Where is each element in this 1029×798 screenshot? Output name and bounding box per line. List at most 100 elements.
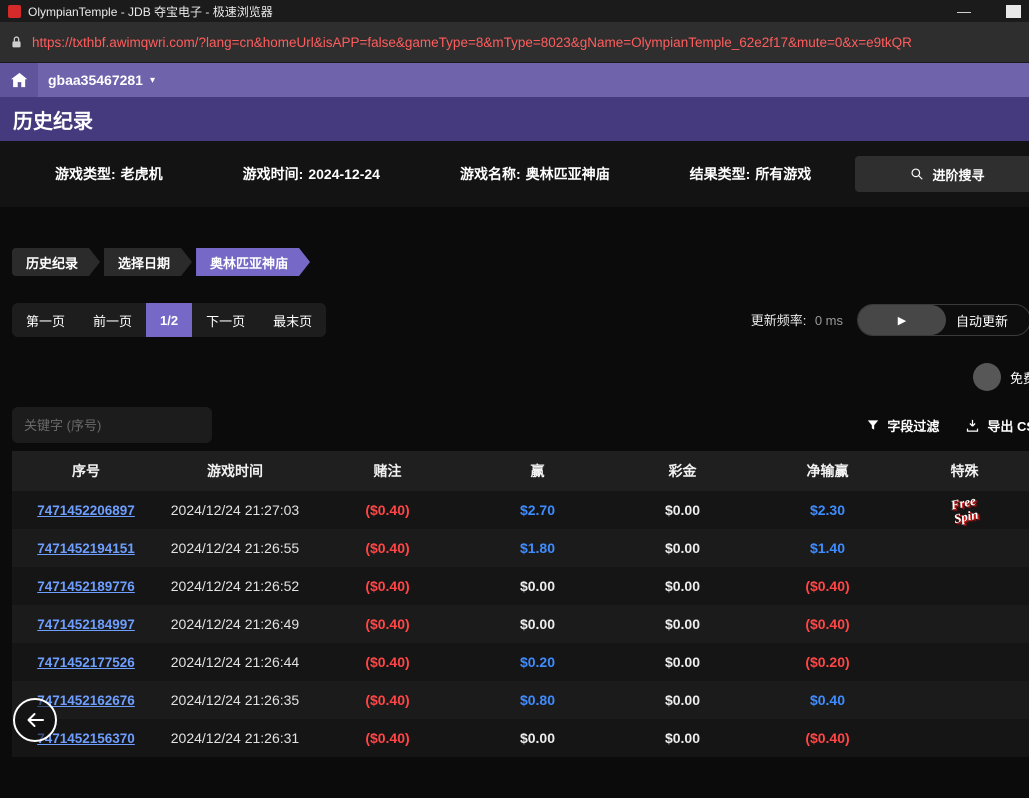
next-page-button[interactable]: 下一页	[192, 303, 259, 337]
table-row: 7471452184997 2024/12/24 21:26:49 ($0.40…	[12, 605, 1029, 643]
round-id-link[interactable]: 7471452184997	[37, 617, 135, 632]
browser-titlebar: OlympianTemple - JDB 夺宝电子 - 极速浏览器 —	[0, 0, 1029, 22]
bonus-value: $0.00	[665, 502, 700, 518]
filter-game-name: 游戏名称:奥林匹亚神庙	[460, 164, 610, 184]
lock-icon	[10, 35, 23, 50]
bonus-value: $0.00	[665, 540, 700, 556]
table-row: 7471452177526 2024/12/24 21:26:44 ($0.40…	[12, 643, 1029, 681]
table-row: 7471452156370 2024/12/24 21:26:31 ($0.40…	[12, 719, 1029, 757]
win-value: $2.70	[520, 502, 555, 518]
table-header-row: 序号 游戏时间 赌注 赢 彩金 净输赢 特殊	[12, 451, 1029, 491]
download-icon	[965, 418, 980, 433]
app-icon	[8, 5, 21, 18]
chevron-down-icon[interactable]: ▾	[150, 75, 155, 86]
field-filter-button[interactable]: 字段过滤	[866, 416, 939, 435]
bet-value: ($0.40)	[365, 730, 409, 746]
table-row: 7471452194151 2024/12/24 21:26:55 ($0.40…	[12, 529, 1029, 567]
refresh-rate-value: 0 ms	[815, 313, 843, 328]
col-header-special: 特殊	[900, 451, 1029, 491]
search-input[interactable]	[12, 407, 212, 443]
maximize-button[interactable]	[1006, 5, 1021, 18]
first-page-button[interactable]: 第一页	[12, 303, 79, 337]
page-title-bar: 历史纪录	[0, 97, 1029, 141]
bonus-value: $0.00	[665, 616, 700, 632]
win-value: $0.00	[520, 578, 555, 594]
net-value: ($0.40)	[805, 578, 849, 594]
bet-value: ($0.40)	[365, 692, 409, 708]
bonus-value: $0.00	[665, 692, 700, 708]
breadcrumb-history[interactable]: 历史纪录	[12, 248, 100, 276]
home-icon	[11, 72, 28, 88]
bet-value: ($0.40)	[365, 578, 409, 594]
funnel-icon	[866, 418, 880, 432]
free-spin-badge: Free Spin	[949, 494, 979, 526]
advanced-search-button[interactable]: 进阶搜寻	[855, 156, 1029, 192]
pagination-row: 第一页 前一页 1/2 下一页 最末页 更新频率: 0 ms ▶ 自动更新	[12, 303, 1017, 337]
game-time: 2024/12/24 21:26:55	[160, 529, 310, 567]
back-button[interactable]	[13, 698, 57, 742]
auto-update-label: 自动更新	[956, 311, 1008, 330]
net-value: $1.40	[810, 540, 845, 556]
win-value: $1.80	[520, 540, 555, 556]
game-time: 2024/12/24 21:26:31	[160, 719, 310, 757]
round-id-link[interactable]: 7471452206897	[37, 503, 135, 518]
col-header-id: 序号	[12, 451, 160, 491]
col-header-win: 赢	[465, 451, 610, 491]
round-id-link[interactable]: 7471452189776	[37, 579, 135, 594]
col-header-time: 游戏时间	[160, 451, 310, 491]
breadcrumb-select-date[interactable]: 选择日期	[104, 248, 192, 276]
user-bar: gbaa35467281 ▾	[0, 63, 1029, 97]
home-button[interactable]	[0, 63, 38, 97]
play-icon[interactable]: ▶	[858, 305, 946, 335]
net-value: ($0.40)	[805, 730, 849, 746]
free-game-icon[interactable]	[973, 363, 1001, 391]
breadcrumb-game[interactable]: 奥林匹亚神庙	[196, 248, 310, 276]
page-title: 历史纪录	[0, 105, 93, 134]
pager: 第一页 前一页 1/2 下一页 最末页	[12, 303, 326, 337]
free-game-label: 免费游	[1010, 368, 1029, 387]
win-value: $0.80	[520, 692, 555, 708]
col-header-net: 净输赢	[755, 451, 900, 491]
current-page-indicator[interactable]: 1/2	[146, 303, 192, 337]
filter-game-type: 游戏类型:老虎机	[55, 164, 163, 184]
search-icon	[910, 167, 924, 181]
net-value: $2.30	[810, 502, 845, 518]
prev-page-button[interactable]: 前一页	[79, 303, 146, 337]
export-csv-button[interactable]: 导出 CS	[965, 416, 1029, 435]
free-game-row: 免费游	[0, 363, 1029, 391]
round-id-link[interactable]: 7471452177526	[37, 655, 135, 670]
bet-value: ($0.40)	[365, 616, 409, 632]
table-row: 7471452162676 2024/12/24 21:26:35 ($0.40…	[12, 681, 1029, 719]
search-row: 字段过滤 导出 CS	[12, 407, 1017, 443]
last-page-button[interactable]: 最末页	[259, 303, 326, 337]
bet-value: ($0.40)	[365, 540, 409, 556]
win-value: $0.20	[520, 654, 555, 670]
game-time: 2024/12/24 21:26:52	[160, 567, 310, 605]
win-value: $0.00	[520, 616, 555, 632]
bonus-value: $0.00	[665, 654, 700, 670]
url-input[interactable]: https://txthbf.awimqwri.com/?lang=cn&hom…	[32, 35, 1019, 50]
window-title: OlympianTemple - JDB 夺宝电子 - 极速浏览器	[28, 3, 273, 20]
bonus-value: $0.00	[665, 578, 700, 594]
net-value: ($0.40)	[805, 616, 849, 632]
breadcrumb: 历史纪录 选择日期 奥林匹亚神庙	[12, 248, 1029, 276]
back-arrow-icon	[23, 708, 47, 732]
win-value: $0.00	[520, 730, 555, 746]
table-tools: 字段过滤 导出 CS	[866, 416, 1029, 435]
address-bar: https://txthbf.awimqwri.com/?lang=cn&hom…	[0, 22, 1029, 63]
game-time: 2024/12/24 21:26:44	[160, 643, 310, 681]
main-content: 历史纪录 选择日期 奥林匹亚神庙 第一页 前一页 1/2 下一页 最末页 更新频…	[0, 248, 1029, 798]
round-id-link[interactable]: 7471452194151	[37, 541, 135, 556]
filter-bar: 游戏类型:老虎机 游戏时间:2024-12-24 游戏名称:奥林匹亚神庙 结果类…	[0, 141, 1029, 207]
game-time: 2024/12/24 21:27:03	[160, 491, 310, 529]
filter-result-type: 结果类型:所有游戏	[690, 164, 812, 184]
minimize-button[interactable]: —	[957, 0, 971, 22]
table-row: 7471452189776 2024/12/24 21:26:52 ($0.40…	[12, 567, 1029, 605]
refresh-rate-label: 更新频率:	[751, 313, 807, 328]
username-dropdown[interactable]: gbaa35467281	[48, 72, 143, 88]
table-row: 7471452206897 2024/12/24 21:27:03 ($0.40…	[12, 491, 1029, 529]
col-header-bet: 赌注	[310, 451, 465, 491]
auto-update-toggle[interactable]: ▶ 自动更新	[857, 304, 1029, 336]
net-value: ($0.20)	[805, 654, 849, 670]
game-time: 2024/12/24 21:26:49	[160, 605, 310, 643]
